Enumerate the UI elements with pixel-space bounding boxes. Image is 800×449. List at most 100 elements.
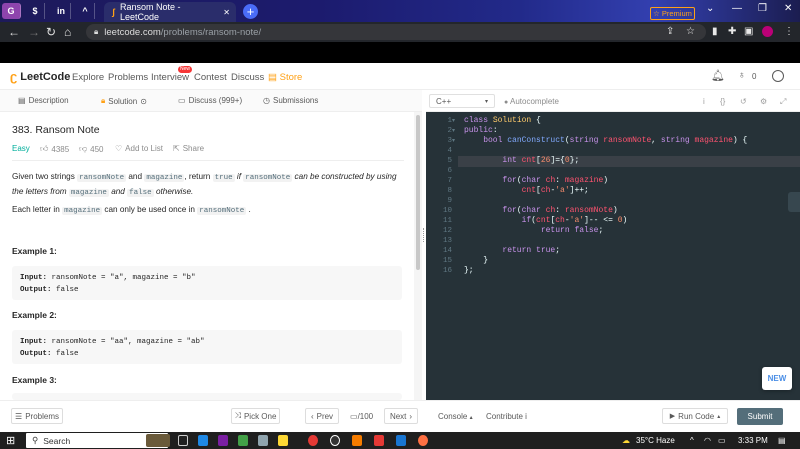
fullscreen-icon[interactable]: ⤢ <box>780 97 786 107</box>
panel-resize-handle[interactable] <box>423 228 425 242</box>
premium-button[interactable]: ☆ Premium <box>650 7 695 20</box>
share-label: Share <box>182 144 205 153</box>
add-to-list-button[interactable]: ♡ Add to List <box>115 144 163 153</box>
console-toggle[interactable]: Console ▴ <box>438 412 473 421</box>
url-field[interactable]: 🔒︎ leetcode.com/problems/ransom-note/ <box>86 24 706 40</box>
share-page-icon[interactable]: ⇪ <box>666 26 674 37</box>
leetcode-logo-icon: ʗ <box>10 69 18 84</box>
pick-one-button[interactable]: ⤨ Pick One <box>231 408 280 424</box>
sidebar-icon[interactable]: ▣ <box>744 26 753 37</box>
back-icon[interactable]: ← <box>8 25 20 39</box>
settings-icon[interactable]: ⚙ <box>760 97 767 106</box>
editor-side-tab[interactable] <box>788 192 800 212</box>
reload-icon[interactable]: ↻ <box>46 25 56 39</box>
tab-submissions[interactable]: ◷ Submissions <box>263 96 318 105</box>
contribute-link[interactable]: Contribute i <box>486 412 527 421</box>
tab-close-icon[interactable]: ✕ <box>223 8 230 17</box>
like-button[interactable]: 👍︎ 4385 <box>40 144 69 154</box>
problems-list-button[interactable]: ☰ Problems <box>11 408 63 424</box>
browser-menu-icon[interactable]: ⋮ <box>784 26 794 37</box>
language-select[interactable]: C++ ▾ <box>429 94 495 108</box>
premium-label: Premium <box>661 9 692 18</box>
tab-solution[interactable]: 🔒︎ Solution ⊙ <box>101 96 147 106</box>
user-avatar-icon[interactable] <box>772 70 784 82</box>
reset-icon[interactable]: ↺ <box>740 97 747 106</box>
wifi-icon[interactable]: ◠ <box>704 436 711 445</box>
nav-discuss[interactable]: Discuss <box>231 72 264 83</box>
weather-text[interactable]: 35°C Haze <box>636 436 675 445</box>
notification-bell-icon[interactable]: 🔔︎ <box>711 69 725 82</box>
taskbar-app-icon[interactable] <box>374 435 384 446</box>
next-button[interactable]: Next › <box>384 408 418 424</box>
streak-fire-icon[interactable]: ♁ <box>738 70 746 81</box>
nav-contest[interactable]: Contest <box>194 72 227 83</box>
forward-icon[interactable]: → <box>28 25 40 39</box>
submit-button[interactable]: Submit <box>737 408 783 425</box>
clock[interactable]: 3:33 PM <box>738 436 768 445</box>
nav-interview[interactable]: Interview <box>151 72 189 83</box>
tab-title: Ransom Note - LeetCode <box>120 2 181 22</box>
problem-tabs: ▤ Description 🔒︎ Solution ⊙ ▭ Discuss (999+)… <box>0 90 422 112</box>
github-icon[interactable] <box>330 435 340 446</box>
maximize-icon[interactable]: ❐ <box>758 3 767 14</box>
braces-icon[interactable]: {} <box>720 97 725 106</box>
nav-store[interactable]: ▤ Store <box>268 72 302 83</box>
play-circle-icon: ⊙ <box>140 96 147 106</box>
bookmark-star-icon[interactable]: ☆ <box>686 26 695 37</box>
run-code-button[interactable]: ▶ Run Code ▴ <box>662 408 728 424</box>
leetcode-logo[interactable]: ʗ LeetCode <box>10 69 70 84</box>
problem-title: 383. Ransom Note <box>12 124 100 136</box>
taskbar-app-icon[interactable] <box>238 435 248 446</box>
firefox-icon[interactable] <box>418 435 428 446</box>
minimize-icon[interactable]: — <box>732 3 742 14</box>
taskbar-app-icon[interactable] <box>258 435 268 446</box>
puzzle-icon[interactable]: ✚ <box>728 26 736 37</box>
pinned-tab-linkedin[interactable]: in <box>52 3 71 19</box>
pinned-tab-label: ^ <box>82 6 88 16</box>
fold-markers[interactable]: ▾ ▾ ▾ <box>452 116 455 146</box>
window-close-icon[interactable]: ✕ <box>784 3 792 14</box>
pinned-tab-2[interactable]: $ <box>26 3 45 19</box>
nav-store-label: Store <box>279 72 303 83</box>
info-icon: i <box>525 412 527 421</box>
onenote-icon[interactable] <box>218 435 228 446</box>
tab-search-icon[interactable]: ⌄ <box>706 3 714 14</box>
description-scroll-thumb[interactable] <box>416 115 420 270</box>
pinned-tab-1[interactable]: G <box>2 3 21 19</box>
profile-avatar[interactable] <box>762 26 773 37</box>
shuffle-icon: ⤨ <box>234 411 241 420</box>
page-indicator[interactable]: ▭/100 <box>350 412 373 421</box>
logo-text: LeetCode <box>20 70 71 83</box>
new-tab-button[interactable]: + <box>243 4 258 19</box>
pinned-tab-4[interactable]: ^ <box>76 3 95 19</box>
task-view-icon[interactable] <box>178 435 188 446</box>
taskbar-app-icon[interactable] <box>352 435 362 446</box>
weather-icon: ☁ <box>622 436 630 445</box>
example-2-box: Input: ransomNote = "aa", magazine = "ab… <box>12 330 402 364</box>
lock-icon: 🔒︎ <box>94 27 99 36</box>
home-icon[interactable]: ⌂ <box>64 25 71 39</box>
info-icon[interactable]: i <box>703 97 705 106</box>
keyboard-icon[interactable]: ▭ <box>718 436 726 445</box>
extension-icon[interactable]: ▮ <box>712 26 718 37</box>
file-explorer-icon[interactable] <box>278 435 288 446</box>
tab-description[interactable]: ▤ Description <box>18 96 69 105</box>
share-button[interactable]: ⇱ Share <box>173 144 204 153</box>
taskbar-app-icon[interactable] <box>198 435 208 446</box>
tab-discuss[interactable]: ▭ Discuss (999+) <box>178 96 242 105</box>
autocomplete-toggle[interactable]: ● Autocomplete <box>504 97 559 106</box>
code-content[interactable]: class Solution { public: bool canConstru… <box>464 116 747 276</box>
nav-problems[interactable]: Problems <box>108 72 148 83</box>
prev-button[interactable]: ‹ Prev <box>305 408 339 424</box>
dislike-button[interactable]: 👎︎ 450 <box>79 144 103 154</box>
windows-start-icon[interactable]: ⊞ <box>6 434 15 447</box>
example-1-heading: Example 1: <box>12 246 57 256</box>
notification-center-icon[interactable]: ▤ <box>778 436 786 445</box>
nav-explore[interactable]: Explore <box>72 72 104 83</box>
problem-statement: Given two strings ransomNote and magazin… <box>12 172 397 197</box>
active-tab[interactable]: ʃ Ransom Note - LeetCode ✕ <box>104 2 236 22</box>
new-feature-button[interactable]: NEW <box>762 367 792 390</box>
chrome-icon[interactable] <box>308 435 318 446</box>
tray-chevron-icon[interactable]: ^ <box>690 436 694 445</box>
vscode-icon[interactable] <box>396 435 406 446</box>
